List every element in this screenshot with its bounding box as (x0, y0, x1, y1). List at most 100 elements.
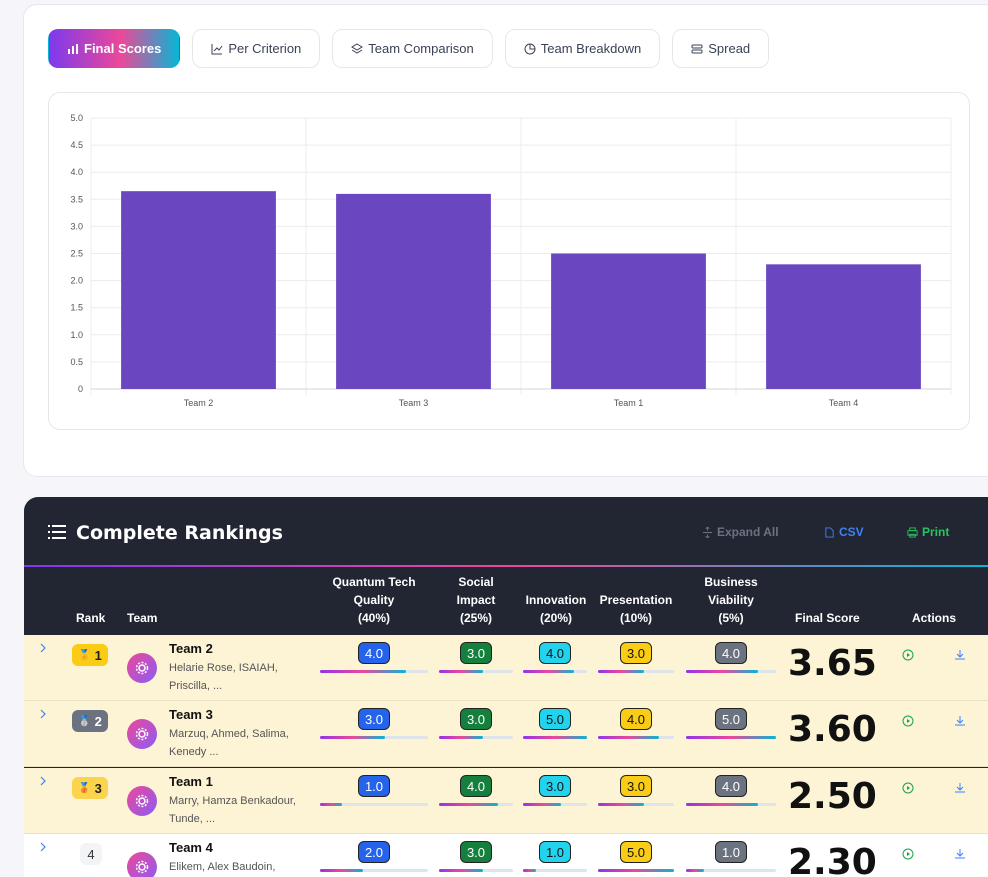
score-cell: 3.0 (598, 642, 674, 673)
col-innovation: Innovation (20%) (523, 591, 589, 627)
print-button[interactable]: Print (907, 525, 949, 539)
play-icon[interactable] (902, 715, 914, 727)
download-icon[interactable] (954, 782, 966, 794)
score-pill: 3.0 (619, 775, 653, 797)
line-chart-icon (211, 43, 223, 54)
col-label-line: Business (704, 575, 758, 589)
y-tick-label: 4.5 (70, 140, 83, 150)
tab-final-scores[interactable]: Final Scores (48, 29, 181, 68)
score-cell: 1.0 (320, 775, 428, 806)
score-cell: 5.0 (686, 708, 776, 739)
tab-per-criterion[interactable]: Per Criterion (192, 29, 321, 68)
score-cell: 4.0 (523, 642, 587, 673)
score-pill: 4.0 (619, 708, 653, 730)
col-label-line: Impact (456, 593, 496, 607)
score-bar-fill (523, 869, 536, 872)
score-bar-fill (439, 736, 484, 739)
score-bar-fill (598, 670, 644, 673)
score-cell: 5.0 (523, 708, 587, 739)
tab-team-comparison[interactable]: Team Comparison (332, 29, 493, 68)
x-tick-label: Team 2 (184, 398, 214, 408)
table-row[interactable]: 🥉 3 Team 1 Marry, Hamza Benkadour, Tunde, .… (24, 768, 988, 834)
team-members: Helarie Rose, ISAIAH, Priscilla, ... (169, 662, 278, 692)
y-tick-label: 1.5 (70, 303, 83, 313)
avatar (127, 719, 157, 749)
medal-icon: 🏅 (78, 649, 91, 661)
final-score: 2.50 (788, 776, 877, 817)
download-icon[interactable] (954, 848, 966, 860)
chevron-right-icon[interactable] (38, 776, 48, 786)
score-bar (439, 736, 513, 739)
table-row[interactable]: 4 Team 4 Elikem, Alex Baudoin, 2.0 3.0 1.0 5.0… (24, 834, 988, 877)
bar (121, 191, 276, 389)
team-name: Team 4 (169, 840, 213, 855)
chevron-right-icon[interactable] (38, 643, 48, 653)
y-tick-label: 0.5 (70, 357, 83, 367)
score-cell: 4.0 (439, 775, 513, 806)
score-pill: 1.0 (714, 841, 748, 863)
score-pill: 3.0 (459, 642, 493, 664)
expand-icon (702, 526, 713, 538)
score-bar-fill (686, 869, 704, 872)
download-icon[interactable] (954, 649, 966, 661)
score-bar-fill (598, 869, 674, 872)
bar-chart-icon (68, 43, 78, 54)
score-cell: 2.0 (320, 841, 428, 872)
score-bar (598, 670, 674, 673)
col-label-line: (25%) (459, 611, 492, 625)
team-name: Team 3 (169, 707, 213, 722)
score-bar (523, 670, 587, 673)
score-pill: 4.0 (714, 642, 748, 664)
col-label-line: (40%) (357, 611, 390, 625)
y-tick-label: 5.0 (70, 113, 83, 123)
y-tick-label: 1.0 (70, 330, 83, 340)
x-tick-label: Team 4 (829, 398, 859, 408)
download-icon[interactable] (954, 715, 966, 727)
bar (766, 264, 921, 389)
score-bar (686, 736, 776, 739)
pie-chart-icon (524, 43, 536, 54)
play-icon[interactable] (902, 782, 914, 794)
score-bar (439, 803, 513, 806)
score-cell: 5.0 (598, 841, 674, 872)
expand-all-button[interactable]: Expand All (702, 525, 779, 539)
col-label-line: Presentation (599, 593, 673, 607)
tab-label: Final Scores (84, 41, 162, 56)
avatar (127, 653, 157, 683)
bar (336, 193, 491, 389)
y-tick-label: 3.0 (70, 221, 83, 231)
score-pill: 3.0 (619, 642, 653, 664)
score-pill: 3.0 (538, 775, 572, 797)
list-icon (48, 525, 66, 539)
score-bar (439, 670, 513, 673)
file-icon (825, 526, 834, 538)
rankings-title: Complete Rankings (76, 522, 283, 544)
score-bar (523, 736, 587, 739)
col-actions: Actions (912, 611, 957, 625)
y-tick-label: 3.5 (70, 194, 83, 204)
chart-tabs: Final Scores Per Criterion Team Comparis… (48, 29, 770, 68)
rankings-panel: Complete Rankings Expand All CSV Print R… (24, 497, 988, 877)
rankings-header: Complete Rankings Expand All CSV Print (24, 497, 988, 567)
rank-value: 4 (87, 846, 95, 862)
play-icon[interactable] (902, 649, 914, 661)
gear-icon (135, 727, 149, 741)
score-bar-fill (320, 803, 342, 806)
col-final-score: Final Score (795, 611, 860, 625)
rank-value: 3 (94, 780, 102, 796)
final-score: 3.65 (788, 643, 877, 684)
tab-label: Team Breakdown (540, 41, 642, 56)
chevron-right-icon[interactable] (38, 709, 48, 719)
rank-value: 1 (94, 647, 102, 663)
avatar (127, 786, 157, 816)
table-row[interactable]: 🥈 2 Team 3 Marzuq, Ahmed, Salima, Kenedy ..… (24, 701, 988, 767)
score-bar (686, 803, 776, 806)
tab-team-breakdown[interactable]: Team Breakdown (504, 29, 661, 68)
play-icon[interactable] (902, 848, 914, 860)
score-bar-fill (686, 670, 758, 673)
csv-button[interactable]: CSV (824, 525, 864, 539)
tab-spread[interactable]: Spread (672, 29, 770, 68)
chevron-right-icon[interactable] (38, 842, 48, 852)
printer-icon (907, 526, 918, 538)
table-row[interactable]: 🏅 1 Team 2 Helarie Rose, ISAIAH, Priscilla,… (24, 635, 988, 701)
